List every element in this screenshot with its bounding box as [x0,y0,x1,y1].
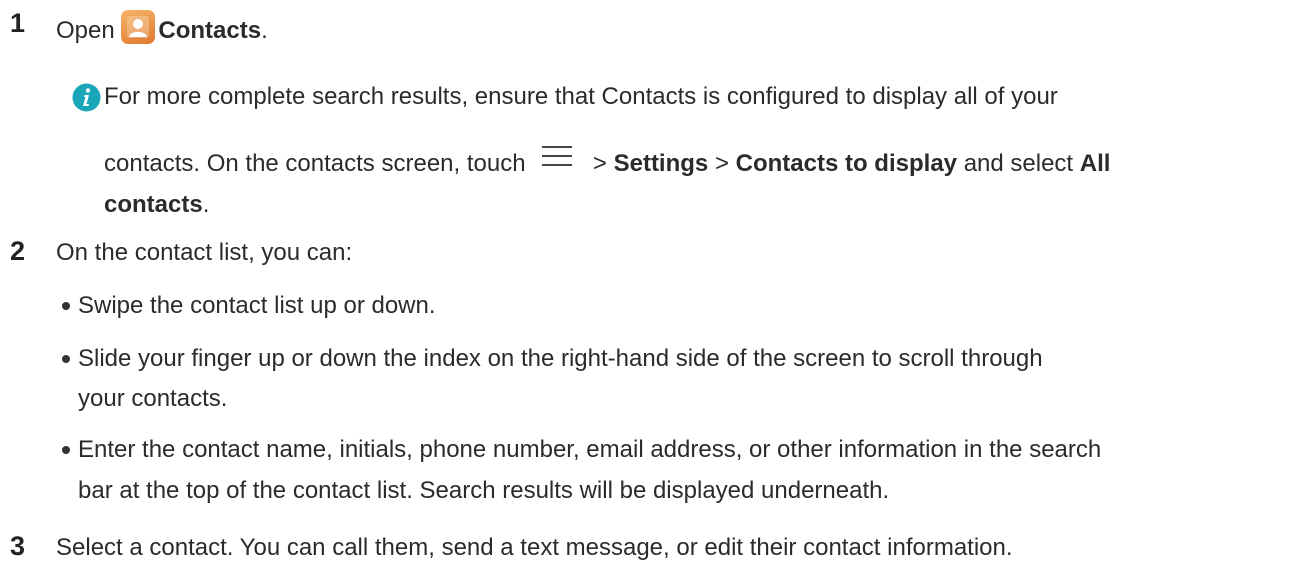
note-line-3: contacts. [104,190,209,220]
contacts-app-icon [121,10,156,44]
bullet-2-line-2: your contacts. [78,385,228,412]
bullet-dot [62,302,70,310]
bullet-2-line-1: Slide your finger up or down the index o… [78,345,1043,372]
period: . [261,17,268,44]
step-number: 3 [10,531,26,561]
settings-label: Settings [613,150,709,177]
note-line-1: For more complete search results, ensure… [104,83,1058,110]
note-text: contacts. On the contacts screen, touch [104,150,526,177]
separator: > [714,150,729,177]
period: . [202,191,210,218]
open-label: Open [56,17,115,44]
bullet-3-line-2: bar at the top of the contact list. Sear… [78,477,890,504]
step-1-text: Open Contacts. [56,10,268,46]
step-number: 2 [10,236,26,266]
all-label: All [1079,150,1111,177]
bullet-1-line-1: Swipe the contact list up or down. [78,292,436,319]
document-page: 1 Open Contacts. For more complete searc… [0,0,1299,585]
bullet-3-line-1: Enter the contact name, initials, phone … [78,436,1102,463]
step-3-text: Select a contact. You can call them, sen… [56,534,1013,561]
separator: > [592,150,607,177]
all-contacts-label: contacts [104,191,203,218]
app-name: Contacts [158,17,262,44]
note-line-2: contacts. On the contacts screen, touch … [104,144,1110,179]
contacts-to-display-label: Contacts to display [735,150,958,177]
bullet-dot [62,446,70,454]
menu-icon [542,146,573,166]
step-number: 1 [10,8,26,38]
bullet-dot [62,355,70,363]
info-icon [72,83,101,112]
step-2-intro: On the contact list, you can: [56,239,353,266]
note-text: and select [963,150,1074,177]
